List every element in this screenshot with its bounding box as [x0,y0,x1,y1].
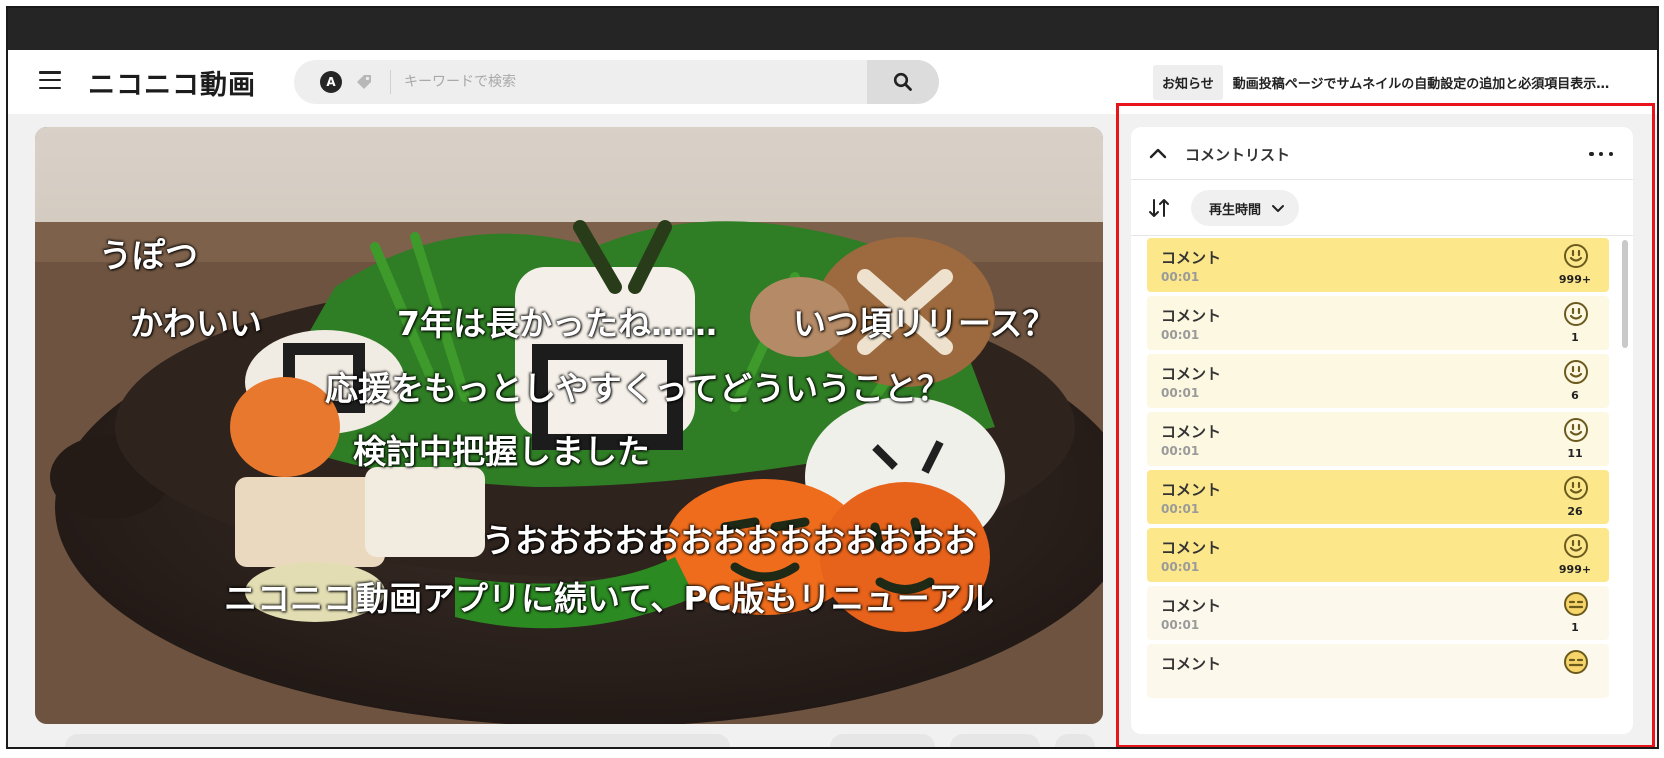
announcement-text[interactable]: 動画投稿ページでサムネイルの自動設定の追加と必須項目表示… [1233,73,1609,92]
action-button[interactable] [950,734,1040,747]
top-bar [8,8,1657,50]
sort-key-label: 再生時間 [1209,202,1262,218]
browser-frame: ニコニコ動画 A お知らせ 動画投稿ページでサムネイルの自動設定の追加と必須項目… [6,6,1659,749]
comment-text: コメント [1161,365,1222,383]
site-logo[interactable]: ニコニコ動画 [88,63,256,102]
reaction-count: 1 [1571,331,1579,344]
sort-order-icon[interactable] [1147,197,1171,219]
comment-time: 00:01 [1161,444,1200,458]
overlay-comment: うおおおおおおおおおおおおおお [482,521,977,560]
video-actions-bar [35,732,1103,747]
comment-row[interactable]: コメント 00:01 999+ [1147,528,1609,582]
comment-row[interactable]: コメント 00:01 999+ [1147,238,1609,292]
comment-list-header: コメントリスト [1131,127,1633,180]
comment-time: 00:01 [1161,560,1200,574]
comment-text: コメント [1161,655,1222,673]
comment-text: コメント [1161,597,1222,615]
overlay-comment: 検討中把握しました [353,432,650,471]
search-separator [390,70,391,94]
reaction-count: 6 [1571,389,1579,402]
reaction-count: 11 [1567,447,1583,460]
tag-search-mode-icon[interactable] [354,72,374,92]
smile-face-icon[interactable] [1563,475,1589,501]
action-button[interactable] [1055,734,1095,747]
overlay-comment: 応援をもっとしやすくってどういうこと？ [325,369,951,408]
scrollbar-thumb[interactable] [1622,240,1628,348]
action-button[interactable] [830,734,935,747]
comment-list-title: コメントリスト [1185,146,1291,164]
overlay-comment: 7年は長かったね…… [397,304,717,343]
smile-face-icon[interactable] [1563,417,1589,443]
reaction-count: 999+ [1558,273,1592,286]
comment-list-panel: コメントリスト 再生時間 コメント 00:01 999+ コメント 00:01 1 コメント… [1131,127,1633,734]
reaction-count: 1 [1571,621,1579,634]
chevron-down-icon [1272,205,1285,212]
comment-text: コメント [1161,249,1222,267]
video-player[interactable]: うぽつ かわいい 7年は長かったね…… いつ頃リリース？ 応援をもっとしやすくっ… [35,127,1103,724]
announcement[interactable]: お知らせ 動画投稿ページでサムネイルの自動設定の追加と必須項目表示… [1153,64,1609,100]
overlay-comment: いつ頃リリース？ [793,304,1056,343]
comment-text: コメント [1161,539,1222,557]
comment-time: 00:01 [1161,502,1200,516]
comment-time: 00:01 [1161,328,1200,342]
comment-text: コメント [1161,307,1222,325]
chevron-up-icon[interactable] [1149,146,1167,160]
neutral-face-icon[interactable] [1563,649,1589,675]
comment-row[interactable]: コメント 00:01 11 [1147,412,1609,466]
smile-face-icon[interactable] [1563,533,1589,559]
comment-time: 00:01 [1161,270,1200,284]
search-input[interactable] [404,68,824,96]
hamburger-menu-icon[interactable] [39,71,61,89]
comment-row[interactable]: コメント 00:01 1 [1147,296,1609,350]
smile-face-icon[interactable] [1563,359,1589,385]
search-button[interactable] [867,60,939,104]
comment-row[interactable]: コメント 00:01 26 [1147,470,1609,524]
comment-sort-bar: 再生時間 [1131,180,1633,236]
search-icon [893,72,912,91]
comment-list-scrollbar[interactable] [1621,238,1629,674]
comment-time: 00:01 [1161,386,1200,400]
reaction-count: 26 [1567,505,1583,518]
smile-face-icon[interactable] [1563,243,1589,269]
sort-key-dropdown[interactable]: 再生時間 [1191,190,1300,226]
comment-list: コメント 00:01 999+ コメント 00:01 1 コメント 00:01 6 コメント 00:… [1147,238,1617,734]
site-header: ニコニコ動画 A お知らせ 動画投稿ページでサムネイルの自動設定の追加と必須項目… [8,50,1657,114]
comment-row[interactable]: コメント 00:01 6 [1147,354,1609,408]
comment-text: コメント [1161,423,1222,441]
comment-row[interactable]: コメント [1147,644,1609,698]
video-frame-image [35,127,1103,724]
overlay-comment: かわいい [130,304,262,343]
comment-text: コメント [1161,481,1222,499]
overlay-comment: うぽつ [99,236,198,275]
reaction-count: 999+ [1558,563,1592,576]
announcement-badge: お知らせ [1153,64,1223,100]
video-info-field[interactable] [65,734,730,747]
comment-row[interactable]: コメント 00:01 1 [1147,586,1609,640]
overlay-comment: ニコニコ動画アプリに続いて、PC版もリニューアル [224,579,995,618]
more-options-icon[interactable] [1589,144,1613,164]
comment-time: 00:01 [1161,618,1200,632]
neutral-face-icon[interactable] [1563,591,1589,617]
smile-face-icon[interactable] [1563,301,1589,327]
keyword-search-mode-icon[interactable]: A [320,71,342,93]
search-bar: A [294,60,939,104]
